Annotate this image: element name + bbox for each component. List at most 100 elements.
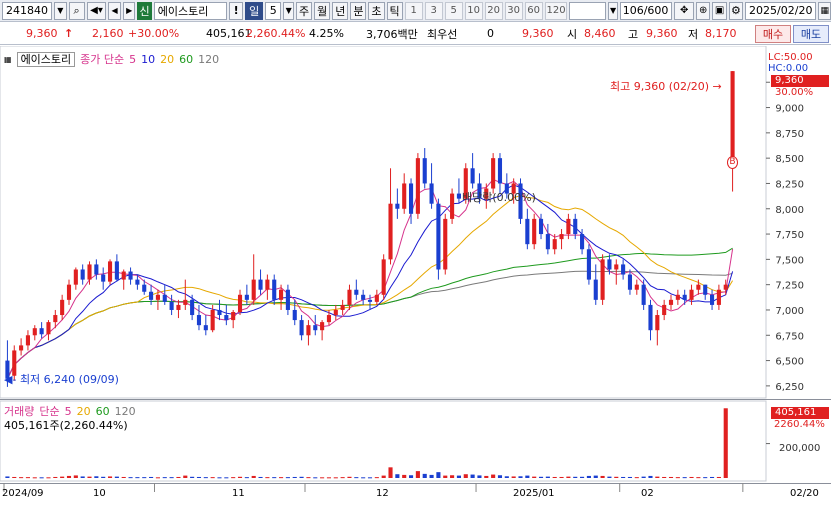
tick-30-button[interactable]: 30 <box>504 1 523 20</box>
candle-body <box>114 261 119 280</box>
volume-bar <box>142 477 147 479</box>
volume-bar <box>251 475 256 478</box>
save-button[interactable]: ▣ <box>712 1 727 20</box>
next-stock-button[interactable]: ▶ <box>122 1 136 20</box>
search-button[interactable]: ⌕ <box>68 1 85 20</box>
chart-area[interactable]: 6,250 6,500 6,750 7,000 7,250 7,500 7,750 8,000… <box>0 46 831 505</box>
period-second-button[interactable]: 초 <box>368 1 385 20</box>
stock-chart-svg[interactable]: 6,250 6,500 6,750 7,000 7,250 7,500 7,750 8,000… <box>0 46 831 505</box>
tick-60-button[interactable]: 60 <box>524 1 543 20</box>
price-legend-name[interactable]: 에이스토리 <box>16 51 76 67</box>
custom-tick-dropdown[interactable]: ▼ <box>607 1 619 20</box>
candle-body <box>285 289 290 310</box>
volume-bar <box>12 476 17 478</box>
candle-body <box>265 279 270 290</box>
volume-bar <box>60 476 65 478</box>
arrow-right-icon: → <box>712 80 722 93</box>
y-tick-label: 6,750 <box>775 331 804 342</box>
code-dropdown-button[interactable]: ▼ <box>54 1 67 20</box>
stock-code-input[interactable]: 241840 <box>2 1 52 20</box>
candle-body <box>668 299 674 305</box>
tick-5-button[interactable]: 5 <box>444 1 463 20</box>
period-week-button[interactable]: 주 <box>296 1 313 20</box>
x-label-2024-09: 2024/09 <box>2 488 44 499</box>
period-minute-button[interactable]: 분 <box>350 1 367 20</box>
alert-button[interactable]: ! <box>228 1 244 20</box>
date-field[interactable]: 2025/02/20 <box>745 1 817 20</box>
tick-20-button[interactable]: 20 <box>484 1 503 20</box>
candle <box>367 294 373 310</box>
x-label-02: 02 <box>641 488 654 499</box>
volume-bar <box>32 477 37 479</box>
tick-10-label: 10 <box>467 5 480 16</box>
period-tick-button[interactable]: 틱 <box>386 1 403 20</box>
volume-bar <box>19 477 24 479</box>
candle <box>299 315 304 341</box>
volume-ma20-label: 20 <box>76 404 91 418</box>
chart-tools-button[interactable]: ✥ <box>674 1 695 20</box>
sell-button-label: 매도 <box>800 28 822 41</box>
legend-settings-icon[interactable]: ▦ <box>4 55 12 64</box>
candle-body <box>600 259 605 300</box>
calendar-button[interactable]: ▦ <box>818 1 831 20</box>
candle-body <box>142 284 147 292</box>
candle <box>381 254 386 300</box>
candle <box>196 304 202 331</box>
candle-body <box>32 328 37 336</box>
candle <box>128 267 133 285</box>
tick-120-button[interactable]: 120 <box>544 1 568 20</box>
candle-body <box>408 183 414 214</box>
prev-stock-button[interactable]: ◀ <box>108 1 121 20</box>
candle <box>402 173 407 214</box>
candle-body <box>244 294 249 300</box>
y-tick-label: 8,000 <box>775 205 804 216</box>
candle <box>429 163 434 209</box>
ma5-label: 5 <box>129 52 137 66</box>
zoom-button[interactable]: ⊕ <box>696 1 711 20</box>
sound-button[interactable]: ◀▾ <box>86 1 107 20</box>
candle-body <box>231 311 236 321</box>
change-pct-tag: 30.00% <box>775 87 814 98</box>
period-year-button[interactable]: 년 <box>332 1 349 20</box>
volume-bar <box>80 476 85 478</box>
volume-bar <box>73 475 78 478</box>
x-label-end: 02/20 <box>790 488 819 499</box>
data-count-field[interactable]: 106/600 <box>620 1 673 20</box>
tick-10-button[interactable]: 10 <box>464 1 483 20</box>
tick-20-label: 20 <box>487 5 500 16</box>
x-label-11: 11 <box>232 488 245 499</box>
candle-body <box>237 294 243 312</box>
settings-button[interactable]: ⚙ <box>728 1 744 20</box>
period-month-button[interactable]: 월 <box>314 1 331 20</box>
volume-bar <box>443 475 448 478</box>
chevron-down-icon: ▼ <box>285 6 292 15</box>
ma-label: 종가 단순 <box>80 53 125 66</box>
period-minute-label: 분 <box>353 4 364 18</box>
y-tick-label: 9,000 <box>775 104 804 115</box>
candle-body <box>155 294 160 300</box>
period-dropdown-button[interactable]: ▼ <box>283 1 295 20</box>
volume-bar <box>114 476 119 478</box>
candle-body <box>559 234 564 240</box>
trade-amount: 3,706백만 <box>366 27 418 41</box>
volume-bar <box>272 477 277 479</box>
candle-body <box>388 203 393 260</box>
candle-body <box>210 309 215 331</box>
candle-body <box>25 335 30 346</box>
tick-1-button[interactable]: 1 <box>404 1 423 20</box>
stock-name-field[interactable]: 에이스토리 <box>153 1 227 20</box>
volume-bar <box>668 476 674 478</box>
candle-body <box>217 309 222 316</box>
sell-button[interactable]: 매도 <box>793 25 829 43</box>
period-value-field[interactable]: 5 <box>265 1 282 20</box>
volume-bar <box>675 477 680 479</box>
tick-3-button[interactable]: 3 <box>424 1 443 20</box>
period-day-button[interactable]: 일 <box>245 1 264 20</box>
volume-ma120-label: 120 <box>114 404 136 418</box>
candle <box>333 304 338 321</box>
candle <box>545 223 550 255</box>
volume-bar <box>169 477 174 479</box>
candle-body <box>450 193 455 219</box>
custom-tick-field[interactable] <box>569 1 606 20</box>
buy-button[interactable]: 매수 <box>755 25 791 43</box>
